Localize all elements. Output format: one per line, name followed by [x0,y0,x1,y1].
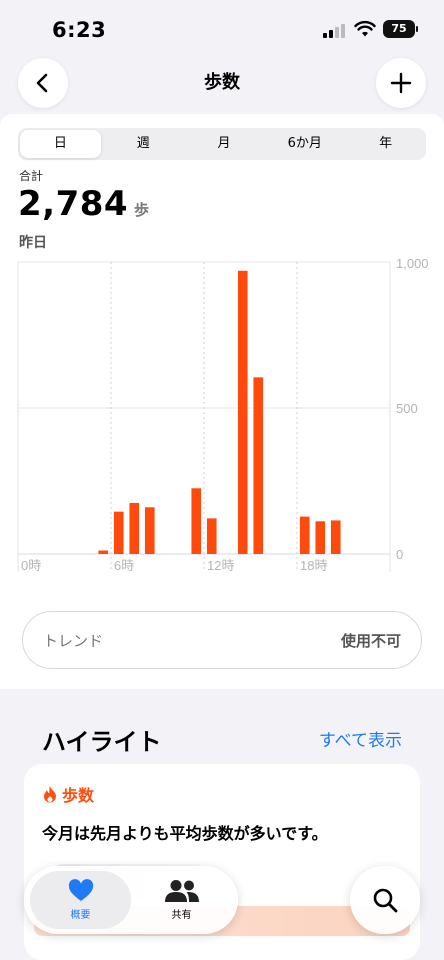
segment-month[interactable]: 月 [184,128,265,160]
tab-summary[interactable]: 概要 [30,871,131,929]
highlight-tag: 歩数 [42,782,94,806]
chart-bar [330,520,341,554]
segment-day[interactable]: 日 [20,130,101,158]
tab-summary-label: 概要 [70,910,91,921]
x-tick-label: 18時 [300,558,327,573]
chart-bar [237,270,248,554]
people-icon [164,880,199,902]
hourly-steps-chart[interactable]: 1,000 500 0 0時 6時 12時 18時 [0,258,444,580]
wifi-icon [354,20,376,37]
y-tick-label: 1,000 [396,258,429,271]
x-tick-label: 6時 [114,558,134,573]
chart-bar [206,518,217,554]
chart-bar [129,502,140,554]
chart-bar [191,488,202,554]
cellular-signal-icon [323,24,347,38]
segment-week[interactable]: 週 [103,128,184,160]
search-icon [373,888,398,913]
chart-bar [113,511,124,554]
chart-bar [144,507,155,554]
trend-value: 使用不可 [340,632,401,650]
chart-bar [98,550,109,554]
y-tick-label: 500 [396,401,418,416]
status-bar: 6:23 75 [0,0,444,58]
total-steps-unit: 歩 [134,201,150,219]
search-button[interactable] [350,866,420,934]
highlight-tag-label: 歩数 [62,786,95,805]
steps-summary-card: 日 週 月 6か月 年 合計 2,784 歩 昨日 1,000 500 0 0時 6時 1… [0,114,444,689]
segment-year[interactable]: 年 [345,128,426,160]
status-time: 6:23 [52,18,107,42]
period-segmented-control: 日 週 月 6か月 年 [18,128,426,160]
total-label: 合計 [19,169,44,183]
period-label: 昨日 [19,235,47,251]
plus-icon [390,72,412,94]
total-steps: 2,784 歩 [18,184,149,224]
highlights-heading: ハイライト [42,728,162,756]
chart-bar [253,377,264,554]
total-steps-value: 2,784 [18,184,129,224]
tab-sharing[interactable]: 共有 [131,871,232,929]
x-tick-label: 12時 [207,558,234,573]
tab-sharing-label: 共有 [171,910,192,921]
x-tick-label: 0時 [21,558,41,573]
nav-bar: 歩数 [0,58,444,114]
chart-bar [299,516,310,554]
see-all-link[interactable]: すべて表示 [319,726,402,751]
trend-label: トレンド [43,632,104,650]
heart-icon [68,879,93,901]
chart-bar [315,521,326,554]
battery-indicator: 75 [383,20,418,38]
flame-icon [44,786,56,803]
health-steps-screen: 6:23 75 歩数 日 週 月 6か月 年 合計 2,784 歩 昨日 1,0… [0,0,444,960]
segment-six-months[interactable]: 6か月 [264,128,345,160]
trend-row[interactable]: トレンド 使用不可 [22,611,422,669]
add-data-button[interactable] [376,58,426,108]
highlight-text: 今月は先月よりも平均歩数が多いです。 [42,824,328,843]
y-tick-label: 0 [396,547,403,562]
tab-bar: 概要 共有 [24,866,238,934]
